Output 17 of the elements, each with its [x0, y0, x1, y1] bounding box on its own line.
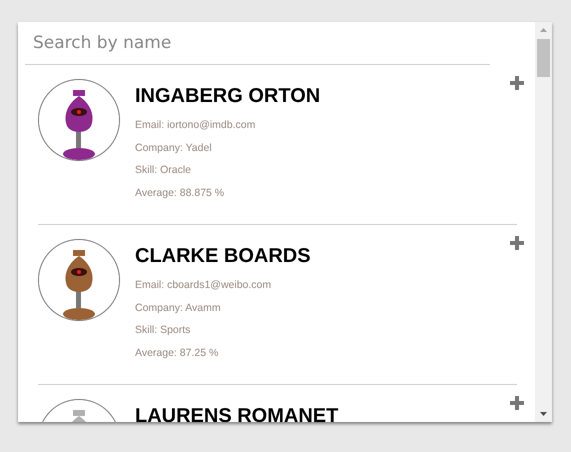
person-name: CLARKE BOARDS	[135, 245, 311, 268]
search-field[interactable]: Search by name	[25, 22, 490, 65]
skill-text: Skill: Sports	[135, 324, 190, 336]
email-text: Email: cboards1@weibo.com	[135, 279, 272, 291]
plus-icon[interactable]	[509, 75, 525, 91]
average-text: Average: 87.25 %	[135, 346, 218, 358]
email-text: Email: iortono@imdb.com	[135, 119, 256, 131]
scroll-thumb[interactable]	[537, 39, 550, 77]
skill-text: Skill: Oracle	[135, 164, 192, 176]
plus-icon[interactable]	[509, 395, 525, 411]
average-text: Average: 88.875 %	[135, 186, 224, 198]
person-name: LAURENS ROMANET	[135, 405, 338, 422]
company-text: Company: Yadel	[135, 142, 212, 154]
company-text: Company: Avamm	[135, 302, 221, 314]
person-name: INGABERG ORTON	[135, 85, 320, 108]
scrollbar[interactable]	[535, 22, 552, 422]
plus-icon[interactable]	[509, 235, 525, 251]
